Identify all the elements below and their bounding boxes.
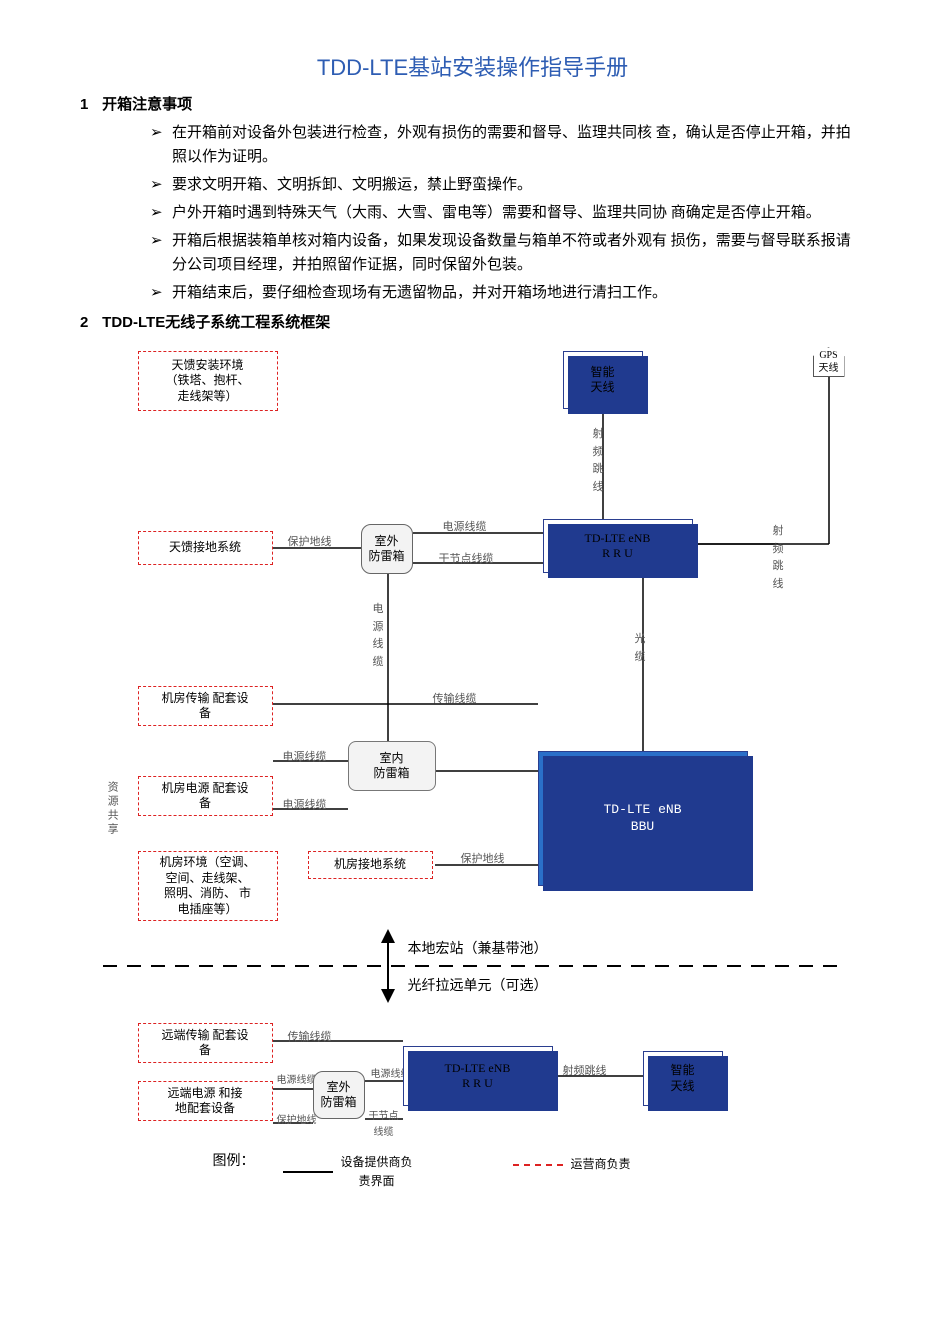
legend-operator: 运营商负责	[513, 1155, 631, 1174]
node-outdoor-spd-1: 室外 防雷箱	[361, 524, 413, 574]
label-resource-share: 资源共享	[103, 781, 121, 837]
section-2-num: 2	[80, 311, 98, 335]
node-transmission-room: 机房传输 配套设 备	[138, 686, 273, 726]
label-dry-contact-2: 干节点 线缆	[369, 1109, 399, 1141]
legend-operator-text: 运营商负责	[571, 1155, 631, 1174]
legend-swatch-solid	[283, 1171, 333, 1173]
label-rf-jumper-h: 射频跳线	[563, 1063, 607, 1081]
node-outdoor-spd-2: 室外 防雷箱	[313, 1071, 365, 1119]
node-room-ground-sys: 机房接地系统	[308, 851, 433, 879]
list-item: 要求文明开箱、文明拆卸、文明搬运，禁止野蛮操作。	[150, 173, 865, 197]
node-antenna-env: 天馈安装环境 （铁塔、抱杆、 走线架等）	[138, 351, 278, 411]
label-protect-ground-2: 保护地线	[461, 851, 505, 869]
node-remote-power-ground: 远端电源 和接 地配套设备	[138, 1081, 273, 1121]
label-trans-cable-2: 传输线缆	[288, 1029, 332, 1047]
node-remote-transmission: 远端传输 配套设 备	[138, 1023, 273, 1063]
node-room-environment: 机房环境（空调、 空间、走线架、 照明、消防、 市 电插座等）	[138, 851, 278, 921]
node-bbu: TD-LTE eNB BBU	[538, 751, 748, 886]
label-fiber-remote: 光纤拉远单元（可选）	[408, 976, 548, 998]
legend-swatch-dashed	[513, 1164, 563, 1166]
label-trans-cable-1: 传输线缆	[433, 691, 477, 709]
node-smart-antenna-1: 智能 天线	[563, 351, 643, 409]
node-power-room: 机房电源 配套设 备	[138, 776, 273, 816]
label-power-cable-vert: 电 源 线 缆	[373, 601, 384, 671]
section-1-head: 1 开箱注意事项	[80, 93, 865, 117]
list-item: 开箱后根据装箱单核对箱内设备，如果发现设备数量与箱单不符或者外观有 损伤，需要与…	[150, 229, 865, 277]
label-power-cable-2: 电源线缆	[283, 749, 327, 767]
label-protect-ground: 保护地线	[288, 534, 332, 552]
legend-vendor: 设备提供商负 责界面	[283, 1153, 413, 1191]
label-rf-jumper-vert: 射 频 跳 线	[593, 426, 604, 496]
section-2-head: 2 TDD-LTE无线子系统工程系统框架	[80, 311, 865, 335]
node-indoor-spd: 室内 防雷箱	[348, 741, 436, 791]
list-item: 开箱结束后，要仔细检查现场有无遗留物品，并对开箱场地进行清扫工作。	[150, 281, 865, 305]
page-title: TDD-LTE基站安装操作指导手册	[80, 50, 865, 85]
section-2-text: TDD-LTE无线子系统工程系统框架	[102, 314, 330, 331]
label-protect-ground-3: 保护地线	[277, 1113, 317, 1129]
legend-vendor-text: 设备提供商负 责界面	[341, 1153, 413, 1191]
section-1-num: 1	[80, 93, 98, 117]
section-1-text: 开箱注意事项	[102, 96, 192, 113]
label-rf-jumper-right: 射 频 跳 线	[773, 523, 784, 593]
bullet-list: 在开箱前对设备外包装进行检查，外观有损伤的需要和督导、监理共同核 查，确认是否停…	[80, 121, 865, 305]
node-feeder-ground-sys: 天馈接地系统	[138, 531, 273, 565]
system-diagram: 天馈安装环境 （铁塔、抱杆、 走线架等） 智能 天线 GPS 天线 射 频 跳 …	[83, 341, 863, 1211]
label-power-cable-4: 电源线缆	[277, 1073, 317, 1089]
label-power-cable-1: 电源线缆	[443, 519, 487, 537]
node-smart-antenna-2: 智能 天线	[643, 1051, 723, 1106]
label-optical: 光 缆	[635, 631, 646, 666]
list-item: 户外开箱时遇到特殊天气（大雨、大雪、雷电等）需要和督导、监理共同协 商确定是否停…	[150, 201, 865, 225]
node-rru-1: TD-LTE eNB R R U	[543, 519, 693, 573]
list-item: 在开箱前对设备外包装进行检查，外观有损伤的需要和督导、监理共同核 查，确认是否停…	[150, 121, 865, 169]
label-dry-contact-1: 干节点线缆	[439, 551, 494, 569]
label-power-cable-3: 电源线缆	[283, 797, 327, 815]
legend-head: 图例：	[213, 1151, 255, 1173]
node-rru-2: TD-LTE eNB R R U	[403, 1046, 553, 1106]
label-local-macro: 本地宏站（兼基带池）	[408, 939, 548, 961]
